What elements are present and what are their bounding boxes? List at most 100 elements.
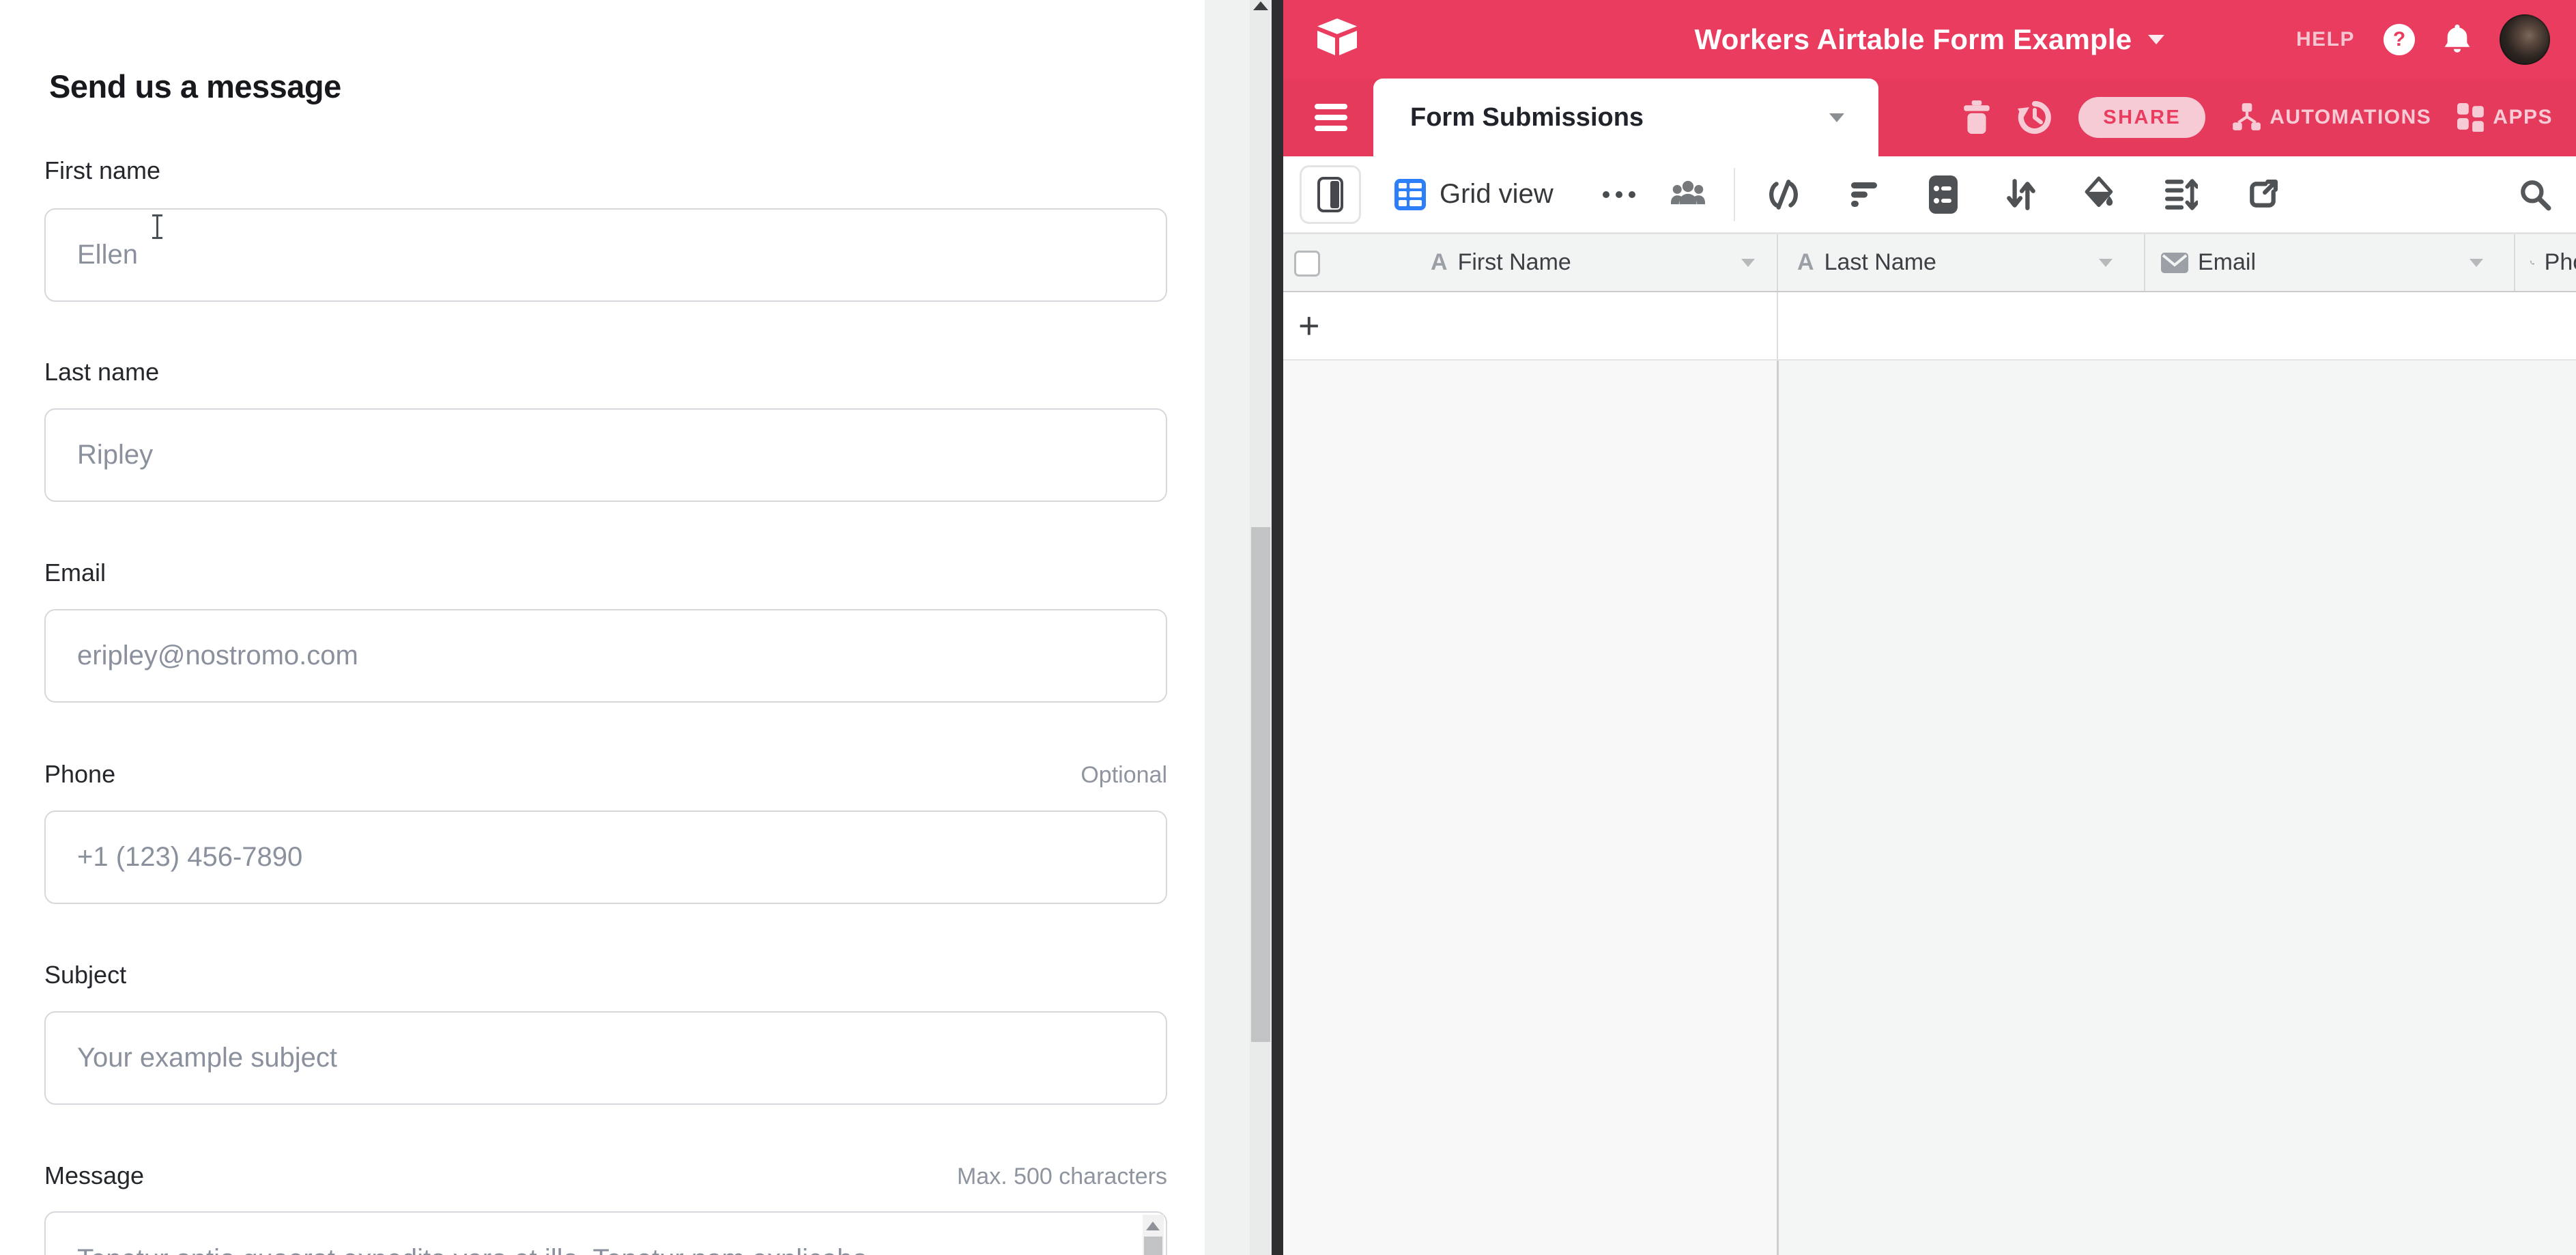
page-scroll-up-arrow-icon[interactable]	[1253, 1, 1268, 10]
help-question-icon[interactable]: ?	[2384, 24, 2415, 55]
help-button[interactable]: HELP	[2296, 28, 2355, 51]
message-textarea[interactable]	[44, 1211, 1167, 1255]
row-height-button[interactable]	[2165, 178, 2198, 211]
view-name[interactable]: Grid view	[1440, 179, 1554, 210]
grid-header-row: A First Name A Last Name Email	[1283, 233, 2576, 292]
share-view-icon	[2247, 179, 2278, 210]
apps-button[interactable]: APPS	[2457, 103, 2553, 132]
page-gutter	[1205, 0, 1250, 1255]
column-label: Phone	[2545, 249, 2576, 276]
group-button[interactable]	[1929, 175, 1958, 214]
user-avatar[interactable]	[2500, 14, 2550, 65]
grid-body-scroll-area	[1779, 361, 2576, 1255]
scroll-up-arrow-icon[interactable]	[1146, 1222, 1160, 1230]
last-name-label: Last name	[44, 358, 159, 386]
column-label: Email	[2198, 249, 2256, 276]
pane-split-divider[interactable]	[1272, 0, 1283, 1255]
column-label: Last Name	[1824, 249, 1936, 276]
phone-label: Phone	[44, 760, 115, 789]
row-height-icon	[2165, 178, 2198, 211]
column-caret-icon[interactable]	[2099, 259, 2113, 267]
add-row-strip: +	[1283, 292, 2576, 361]
message-scrollbar-thumb[interactable]	[1144, 1237, 1162, 1255]
color-icon	[2085, 176, 2116, 213]
sort-icon	[2007, 178, 2035, 212]
table-caret-icon[interactable]	[1829, 113, 1844, 122]
text-field-type-icon: A	[1797, 249, 1814, 276]
view-sidebar-toggle-button[interactable]	[1300, 165, 1361, 224]
column-header-phone[interactable]: Phone	[2530, 234, 2576, 291]
apps-label: APPS	[2493, 106, 2553, 129]
view-toolbar: Grid view	[1283, 156, 2576, 233]
first-name-label: First name	[44, 156, 160, 185]
search-button[interactable]	[2519, 178, 2551, 211]
search-icon	[2519, 178, 2551, 211]
share-view-button[interactable]	[2247, 179, 2278, 210]
filter-icon	[1850, 181, 1880, 208]
column-separator[interactable]	[2144, 234, 2145, 291]
automations-icon	[2231, 103, 2263, 132]
column-header-email[interactable]: Email	[2161, 234, 2502, 291]
page-scrollbar-thumb[interactable]	[1251, 527, 1270, 1042]
hide-fields-icon	[1766, 179, 1801, 210]
airtable-pane: Workers Airtable Form Example HELP ? For…	[1283, 0, 2576, 1255]
subject-label: Subject	[44, 961, 126, 989]
share-button[interactable]: SHARE	[2078, 97, 2205, 138]
group-icon	[1929, 175, 1958, 214]
airtable-header: Workers Airtable Form Example HELP ?	[1283, 0, 2576, 79]
text-cursor-ibeam	[149, 214, 164, 239]
active-table-name: Form Submissions	[1410, 103, 1644, 132]
subject-input[interactable]	[44, 1011, 1167, 1105]
frozen-column-divider	[1777, 361, 1779, 1255]
header-right-cluster: HELP ?	[2296, 0, 2550, 79]
message-label: Message	[44, 1161, 144, 1190]
toolbar-divider	[1734, 168, 1735, 221]
filter-button[interactable]	[1850, 181, 1880, 208]
message-max-note: Max. 500 characters	[957, 1164, 1167, 1190]
contact-form-pane: Send us a message First name Last name E…	[0, 0, 1205, 1255]
notifications-bell-icon[interactable]	[2444, 23, 2471, 55]
hide-fields-button[interactable]	[1766, 179, 1801, 210]
last-name-label-row: Last name	[44, 358, 1167, 386]
apps-icon	[2457, 103, 2486, 132]
phone-field-type-icon	[2530, 249, 2535, 277]
message-scrollbar[interactable]	[1143, 1215, 1164, 1255]
sort-button[interactable]	[2007, 178, 2035, 212]
automations-button[interactable]: AUTOMATIONS	[2231, 103, 2431, 132]
email-field-type-icon	[2161, 253, 2188, 273]
last-name-input[interactable]	[44, 408, 1167, 502]
grid-body	[1283, 361, 2576, 1255]
trash-icon[interactable]	[1962, 100, 1991, 135]
color-button[interactable]	[2085, 176, 2116, 213]
view-options-ellipsis-icon[interactable]	[1603, 191, 1635, 198]
select-all-checkbox[interactable]	[1294, 251, 1320, 277]
phone-input[interactable]	[44, 810, 1167, 904]
first-name-input[interactable]	[44, 208, 1167, 302]
collaborators-button[interactable]	[1671, 180, 1705, 210]
message-label-row: Message Max. 500 characters	[44, 1161, 1167, 1190]
history-icon[interactable]	[2017, 100, 2052, 135]
hamburger-menu-icon[interactable]	[1315, 104, 1347, 131]
grid-view-icon	[1394, 179, 1426, 210]
subject-label-row: Subject	[44, 961, 1167, 989]
email-input[interactable]	[44, 609, 1167, 703]
column-header-first-name[interactable]: A First Name	[1431, 234, 1775, 291]
sidebar-toggle-icon	[1317, 177, 1343, 212]
collaborators-icon	[1671, 180, 1705, 210]
column-separator[interactable]	[1777, 234, 1778, 291]
email-label-row: Email	[44, 559, 1167, 587]
form-title: Send us a message	[49, 68, 341, 105]
tab-form-submissions[interactable]: Form Submissions	[1373, 79, 1878, 156]
column-caret-icon[interactable]	[1741, 259, 1755, 267]
column-separator	[1777, 292, 1778, 359]
base-title-caret-icon[interactable]	[2148, 35, 2164, 44]
table-tab-bar: Form Submissions SHARE	[1283, 79, 2576, 156]
phone-label-row: Phone Optional	[44, 760, 1167, 789]
email-label: Email	[44, 559, 106, 587]
screenshot-root: Send us a message First name Last name E…	[0, 0, 2576, 1255]
add-row-button[interactable]: +	[1298, 292, 1320, 359]
column-header-last-name[interactable]: A Last Name	[1797, 234, 2132, 291]
column-separator[interactable]	[2514, 234, 2515, 291]
column-caret-icon[interactable]	[2470, 259, 2483, 267]
base-title[interactable]: Workers Airtable Form Example	[1695, 23, 2132, 56]
